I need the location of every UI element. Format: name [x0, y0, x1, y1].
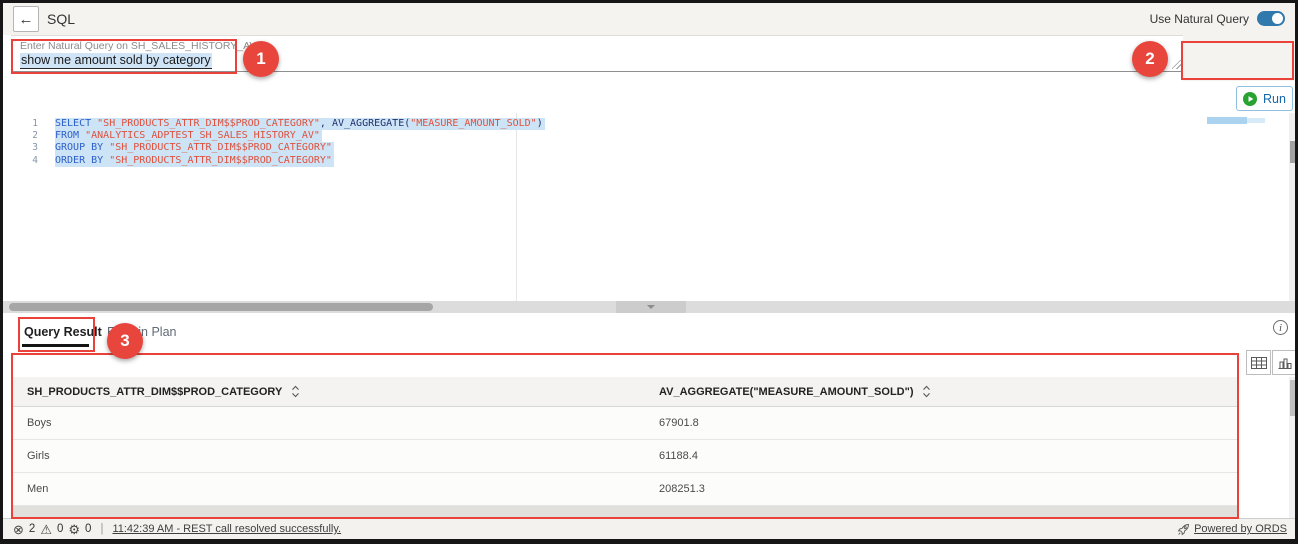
code-line[interactable]: 1SELECT "SH_PRODUCTS_ATTR_DIM$$PROD_CATE…	[11, 118, 1289, 130]
table-view-button[interactable]	[1246, 350, 1271, 375]
splitter-collapse-handle[interactable]	[616, 301, 686, 313]
use-natural-query-label: Use Natural Query	[1150, 12, 1249, 26]
line-number: 1	[11, 118, 55, 130]
table-cell: 208251.3	[659, 483, 1237, 495]
result-tabbar: Query Result Explain Plan	[3, 313, 1295, 353]
bar-chart-icon	[1278, 357, 1292, 369]
sql-code[interactable]: 1SELECT "SH_PRODUCTS_ATTR_DIM$$PROD_CATE…	[11, 118, 1289, 167]
status-bar: ⊗ 2 ⚠ 0 ⚙ 0 | 11:42:39 AM - REST call re…	[3, 518, 1295, 539]
selected-code-text: GROUP BY "SH_PRODUCTS_ATTR_DIM$$PROD_CAT…	[55, 142, 334, 154]
scrollbar-thumb[interactable]	[9, 303, 433, 311]
line-number: 2	[11, 130, 55, 142]
table-grid-icon	[1251, 357, 1267, 369]
table-cell: Boys	[27, 417, 659, 429]
selection-overview-strip	[1207, 117, 1247, 124]
back-button[interactable]: ←	[13, 6, 39, 32]
table-row[interactable]: Men208251.3	[13, 473, 1237, 506]
scrollbar-thumb[interactable]	[1290, 141, 1298, 163]
column-header-category[interactable]: SH_PRODUCTS_ATTR_DIM$$PROD_CATEGORY	[27, 385, 659, 398]
sort-icon[interactable]	[291, 385, 300, 398]
grid-vertical-scrollbar[interactable]	[1289, 377, 1298, 518]
sort-icon[interactable]	[922, 385, 931, 398]
status-message-link[interactable]: 11:42:39 AM - REST call resolved success…	[112, 523, 341, 535]
run-button[interactable]: Run	[1236, 86, 1293, 111]
line-number: 3	[11, 142, 55, 154]
powered-by-ords-link[interactable]: Powered by ORDS	[1194, 523, 1287, 535]
resize-handle-icon[interactable]	[1172, 60, 1181, 69]
code-line[interactable]: 3GROUP BY "SH_PRODUCTS_ATTR_DIM$$PROD_CA…	[11, 142, 1289, 154]
play-circle-green-icon	[1243, 92, 1257, 106]
run-label: Run	[1263, 92, 1286, 106]
natural-query-value[interactable]: show me amount sold by category	[20, 53, 212, 69]
table-row[interactable]: Girls61188.4	[13, 440, 1237, 473]
warning-count: 0	[57, 523, 63, 535]
page-title: SQL	[47, 11, 75, 27]
natural-query-placeholder: Enter Natural Query on SH_SALES_HISTORY_…	[20, 40, 256, 52]
error-count: 2	[29, 523, 35, 535]
chart-view-button[interactable]	[1272, 350, 1297, 375]
selected-code-text: ORDER BY "SH_PRODUCTS_ATTR_DIM$$PROD_CAT…	[55, 155, 334, 167]
code-line[interactable]: 4ORDER BY "SH_PRODUCTS_ATTR_DIM$$PROD_CA…	[11, 155, 1289, 167]
info-icon[interactable]: i	[1273, 320, 1288, 335]
process-count: 0	[85, 523, 91, 535]
code-line[interactable]: 2FROM "ANALYTICS_ADPTEST_SH_SALES_HISTOR…	[11, 130, 1289, 142]
tab-query-result[interactable]: Query Result	[24, 325, 102, 339]
chevron-down-icon	[647, 305, 655, 309]
table-row[interactable]: Boys67901.8	[13, 407, 1237, 440]
gear-icon[interactable]: ⚙	[68, 523, 80, 536]
use-natural-query-toggle[interactable]	[1257, 11, 1285, 26]
grid-horizontal-scrollbar[interactable]	[13, 506, 1237, 518]
column-header-amount-sold[interactable]: AV_AGGREGATE("MEASURE_AMOUNT_SOLD")	[659, 385, 1237, 398]
editor-horizontal-scrollbar[interactable]	[3, 301, 1295, 313]
sql-worksheet-window: ← SQL Use Natural Query Enter Natural Qu…	[0, 0, 1298, 544]
error-circle-icon[interactable]: ⊗	[13, 523, 24, 536]
status-separator: |	[100, 523, 103, 535]
selected-code-text: SELECT "SH_PRODUCTS_ATTR_DIM$$PROD_CATEG…	[55, 118, 545, 130]
header-bar: ← SQL Use Natural Query	[3, 3, 1295, 35]
rocket-icon	[1177, 523, 1190, 536]
result-table-header: SH_PRODUCTS_ATTR_DIM$$PROD_CATEGORY AV_A…	[13, 377, 1237, 407]
table-cell: 67901.8	[659, 417, 1237, 429]
sql-code-editor[interactable]: 1SELECT "SH_PRODUCTS_ATTR_DIM$$PROD_CATE…	[11, 113, 1289, 303]
selected-code-text: FROM "ANALYTICS_ADPTEST_SH_SALES_HISTORY…	[55, 130, 322, 142]
table-cell: Men	[27, 483, 659, 495]
toggle-knob-icon	[1272, 13, 1283, 24]
result-table-body: Boys67901.8Girls61188.4Men208251.3	[13, 407, 1237, 506]
arrow-left-icon: ←	[19, 11, 34, 28]
editor-vertical-scrollbar[interactable]	[1289, 113, 1298, 303]
natural-query-textarea[interactable]: Enter Natural Query on SH_SALES_HISTORY_…	[11, 35, 1183, 72]
line-number: 4	[11, 155, 55, 167]
tab-explain-plan[interactable]: Explain Plan	[107, 325, 177, 339]
scrollbar-thumb[interactable]	[1290, 380, 1298, 416]
generate-query-area: Generate Query	[1183, 35, 1295, 81]
table-cell: 61188.4	[659, 450, 1237, 462]
active-tab-underline	[22, 344, 89, 347]
selection-overview-strip	[1247, 118, 1265, 123]
warning-triangle-icon[interactable]: ⚠	[40, 523, 52, 536]
table-cell: Girls	[27, 450, 659, 462]
